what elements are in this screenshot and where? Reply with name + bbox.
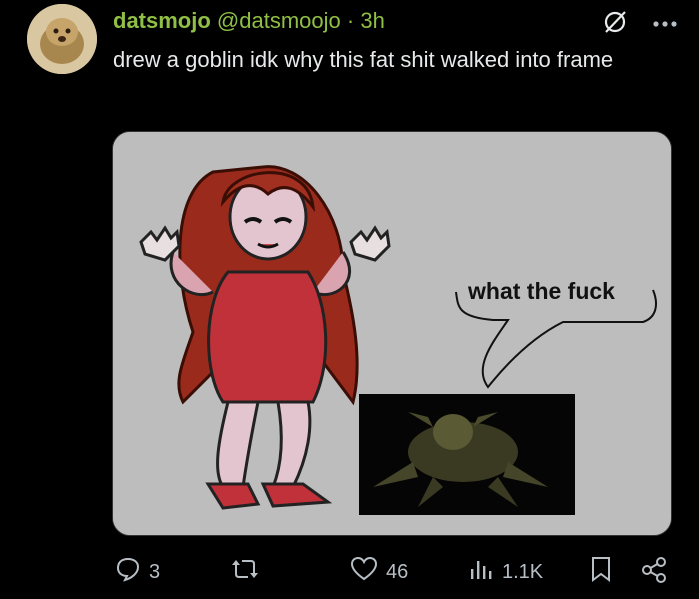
views-icon (468, 556, 494, 588)
post-actions: 3 46 1.1K (0, 552, 699, 592)
user-handle[interactable]: @datsmoojo (217, 8, 341, 33)
separator: · (346, 8, 355, 33)
post-text: drew a goblin idk why this fat shit walk… (113, 47, 614, 72)
reply-count: 3 (149, 560, 161, 583)
views-count: 1.1K (502, 560, 544, 583)
share-button[interactable] (640, 556, 668, 590)
post-media[interactable]: what the fuck (112, 131, 672, 536)
views-button[interactable]: 1.1K (468, 556, 543, 588)
like-icon (350, 556, 378, 588)
post-top-icons (601, 8, 679, 41)
speech-bubble-text: what the fuck (467, 278, 615, 304)
share-icon (640, 556, 668, 590)
reply-button[interactable]: 3 (115, 556, 160, 588)
repost-icon (230, 556, 260, 588)
bookmark-button[interactable] (590, 556, 612, 588)
avatar[interactable] (27, 4, 97, 74)
repost-button[interactable] (230, 556, 268, 588)
timestamp[interactable]: 3h (360, 8, 384, 33)
like-count: 46 (386, 560, 409, 583)
reply-icon (115, 556, 141, 588)
display-name[interactable]: datsmojo (113, 8, 211, 33)
post-header: datsmojo @datsmoojo · 3h (113, 7, 385, 35)
more-icon[interactable] (651, 16, 679, 34)
bookmark-icon (590, 556, 612, 588)
goblin-photo (359, 394, 575, 515)
verified-icon[interactable] (601, 8, 629, 41)
like-button[interactable]: 46 (350, 556, 408, 588)
